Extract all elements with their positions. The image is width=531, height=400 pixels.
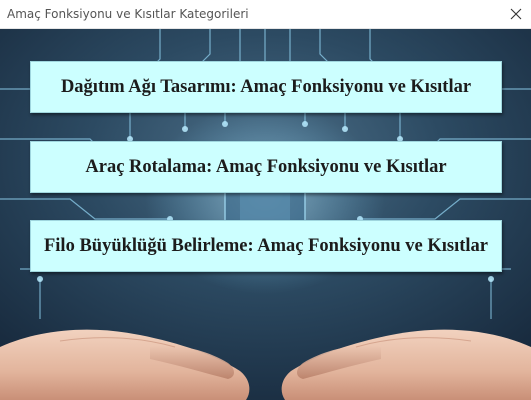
close-icon <box>510 8 522 20</box>
main-area: Dağıtım Ağı Tasarımı: Amaç Fonksiyonu ve… <box>0 29 531 400</box>
distribution-network-design-button[interactable]: Dağıtım Ağı Tasarımı: Amaç Fonksiyonu ve… <box>30 61 502 113</box>
title-bar: Amaç Fonksiyonu ve Kısıtlar Kategorileri <box>0 0 531 29</box>
close-button[interactable] <box>501 0 531 28</box>
button-label: Filo Büyüklüğü Belirleme: Amaç Fonksiyon… <box>43 235 489 256</box>
window-title: Amaç Fonksiyonu ve Kısıtlar Kategorileri <box>7 7 249 21</box>
button-label: Araç Rotalama: Amaç Fonksiyonu ve Kısıtl… <box>85 156 447 177</box>
button-label: Dağıtım Ağı Tasarımı: Amaç Fonksiyonu ve… <box>60 76 472 97</box>
fleet-sizing-button[interactable]: Filo Büyüklüğü Belirleme: Amaç Fonksiyon… <box>30 220 502 272</box>
vehicle-routing-button[interactable]: Araç Rotalama: Amaç Fonksiyonu ve Kısıtl… <box>30 141 502 193</box>
app-window: Amaç Fonksiyonu ve Kısıtlar Kategorileri <box>0 0 531 400</box>
